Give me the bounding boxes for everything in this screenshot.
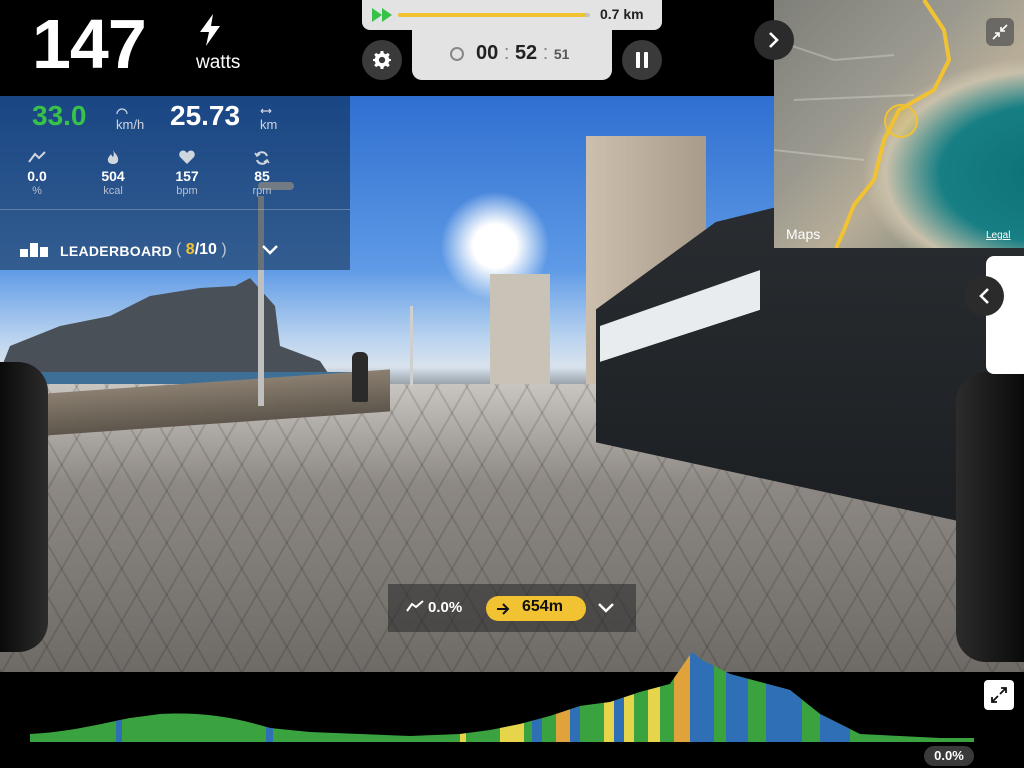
timer-hours: 00 — [476, 42, 499, 64]
distance-icon — [260, 108, 272, 114]
chevron-down-icon[interactable] — [260, 240, 280, 260]
side-panel-toggle-button[interactable] — [964, 276, 1004, 316]
pause-icon — [636, 52, 648, 68]
chevron-right-icon — [769, 32, 779, 48]
pedestrian — [352, 352, 368, 402]
map-collapse-button[interactable] — [986, 18, 1014, 46]
speed-unit-label: km/h — [116, 117, 145, 132]
power-unit: watts — [196, 52, 241, 73]
arrow-right-icon — [497, 603, 510, 615]
street-lamp-far — [410, 306, 413, 386]
maps-attribution: Maps — [786, 226, 821, 242]
timer-separator: : — [542, 42, 549, 64]
handlebar-right — [956, 372, 1024, 662]
progress-fill — [398, 13, 586, 17]
map-next-button[interactable] — [754, 20, 794, 60]
leaderboard-open-paren: ( — [176, 241, 182, 258]
heart-icon — [179, 150, 195, 164]
cadence-stat: 85 rpm — [237, 150, 287, 197]
chevron-down-icon[interactable] — [596, 598, 616, 618]
timer-separator: : — [503, 42, 510, 64]
leaderboard-toggle[interactable] — [0, 232, 350, 270]
cadence-stat-value: 85 — [254, 168, 270, 184]
side-panel-tab[interactable] — [986, 256, 1024, 374]
rider-position-marker — [884, 104, 918, 138]
leaderboard-label: LEADERBOARD — [60, 243, 173, 259]
grade-stat-value: 0.0 — [27, 168, 47, 184]
mountain — [0, 278, 330, 376]
pause-button[interactable] — [622, 40, 662, 80]
cadence-icon — [254, 151, 270, 165]
grade-stat-unit: % — [32, 185, 42, 197]
grade-stat: 0.0 % — [12, 150, 62, 197]
legal-link[interactable]: Legal — [986, 230, 1010, 241]
cadence-stat-unit: rpm — [252, 185, 272, 197]
flame-icon — [107, 150, 119, 164]
distance-unit-label: km — [260, 117, 278, 132]
leaderboard-position: ( 8/10 ) — [176, 241, 227, 259]
handlebar-left — [0, 362, 48, 652]
leaderboard-icon — [20, 243, 48, 257]
incline-icon — [406, 600, 424, 612]
speedometer-icon — [116, 108, 128, 115]
calories-stat: 504 kcal — [88, 150, 138, 197]
timer-minutes: 52 — [514, 42, 538, 64]
leaderboard-total: 10 — [199, 241, 217, 258]
gear-icon — [373, 51, 391, 69]
power-value: 147 — [32, 5, 147, 83]
distance-unit: km — [260, 104, 277, 132]
calories-stat-unit: kcal — [103, 185, 123, 197]
heart-rate-stat-value: 157 — [175, 168, 199, 184]
current-grade: 0.0% — [428, 599, 463, 616]
settings-button[interactable] — [362, 40, 402, 80]
speed-unit: km/h — [116, 104, 144, 132]
bolt-icon — [200, 14, 220, 46]
leaderboard-rank: 8 — [185, 241, 195, 258]
clock-icon — [450, 47, 464, 61]
elapsed-timer: 00 : 52 : 51 — [476, 42, 569, 65]
background-building — [490, 274, 550, 384]
remaining-distance: 654m — [522, 598, 563, 615]
chevron-left-icon — [979, 288, 989, 304]
speed-value: 33.0 — [32, 100, 87, 131]
leaderboard-close-paren: ) — [221, 241, 227, 258]
expand-icon — [991, 687, 1007, 703]
progress-distance: 0.7 km — [600, 6, 644, 22]
elevation-profile-chart[interactable] — [30, 646, 974, 744]
distance-value: 25.73 — [170, 100, 241, 131]
fast-forward-icon — [372, 8, 392, 22]
profile-expand-button[interactable] — [984, 680, 1014, 710]
collapse-icon — [992, 24, 1008, 40]
timer-seconds: 51 — [553, 46, 570, 62]
incline-icon — [28, 151, 46, 163]
heart-rate-stat: 157 bpm — [162, 150, 212, 197]
panel-divider — [0, 209, 350, 210]
calories-stat-value: 504 — [101, 168, 125, 184]
heart-rate-stat-unit: bpm — [176, 185, 198, 197]
profile-grade-badge: 0.0% — [924, 746, 974, 766]
